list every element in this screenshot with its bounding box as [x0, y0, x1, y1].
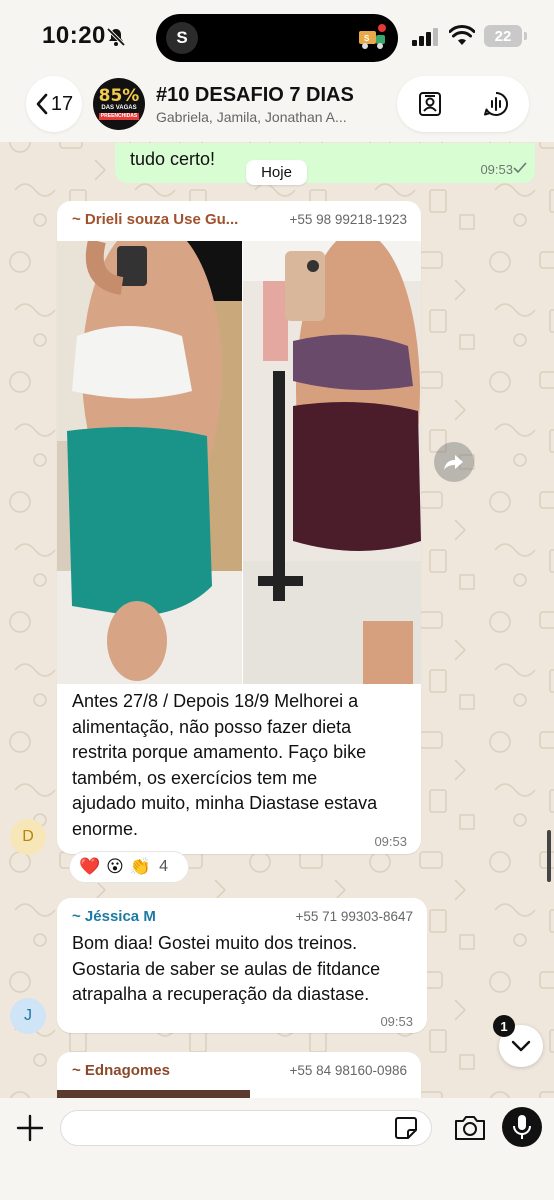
battery-indicator: 22	[484, 25, 527, 47]
header-actions	[397, 76, 529, 132]
audio-chat-icon	[484, 91, 508, 116]
island-avatar: S	[166, 22, 198, 54]
group-avatar[interactable]: 85% DAS VAGAS PREENCHIDAS	[93, 78, 145, 130]
message-header: ~ Jéssica M +55 71 99303-8647	[72, 908, 413, 930]
message-header: ~ Ednagomes +55 84 98160-0986	[72, 1062, 407, 1084]
message-text: Antes 27/8 / Depois 18/9 Melhorei a alim…	[72, 689, 377, 842]
svg-text:S: S	[364, 34, 370, 43]
microphone-button[interactable]	[502, 1107, 542, 1147]
group-avatar-tag: PREENCHIDAS	[98, 113, 140, 120]
camera-icon[interactable]	[453, 1112, 487, 1144]
reaction-count: 4	[159, 858, 168, 875]
dynamic-island[interactable]: S S	[156, 14, 398, 62]
signal-icon	[412, 28, 438, 46]
outgoing-time: 09:53	[480, 162, 513, 177]
contact-card-button[interactable]	[397, 76, 463, 132]
message-time: 09:53	[380, 1014, 413, 1029]
message-line: restrita porque amamento. Faço bike	[72, 742, 367, 762]
group-avatar-percent: 85%	[98, 86, 140, 106]
chevron-left-icon	[36, 93, 48, 115]
message-line: atrapalha a recuperação da diastase.	[72, 984, 370, 1004]
heart-reaction: ❤️	[79, 857, 101, 876]
message-line: Gostaria de saber se aulas de fitdance	[72, 958, 381, 979]
photo-before[interactable]	[57, 241, 242, 684]
chevron-down-icon	[511, 1040, 531, 1052]
group-title[interactable]: #10 DESAFIO 7 DIAS	[156, 84, 354, 107]
scrollbar[interactable]	[547, 830, 551, 882]
message-line: Bom diaa! Gostei muito dos treinos.	[72, 933, 358, 953]
surprised-reaction: 😮	[106, 857, 124, 876]
message-line: ajudado muito, minha Diastase estava	[72, 793, 378, 813]
message-bubble-drieli[interactable]: ~ Drieli souza Use Gu... +55 98 99218-19…	[57, 201, 421, 854]
status-bar: 10:20 S S 22	[0, 0, 554, 70]
microphone-icon	[513, 1115, 531, 1139]
message-line: Antes 27/8 / Depois 18/9 Melhorei a	[72, 691, 359, 711]
date-separator: Hoje	[246, 160, 307, 185]
outgoing-message[interactable]: tudo certo! 09:53	[115, 143, 535, 183]
sender-phone[interactable]: +55 98 99218-1923	[290, 212, 408, 227]
avatar[interactable]: D	[10, 819, 46, 855]
avatar[interactable]: J	[10, 998, 46, 1034]
sender-name[interactable]: ~ Drieli souza Use Gu...	[72, 211, 238, 228]
contact-card-icon	[419, 92, 441, 116]
photo-preview[interactable]	[57, 1090, 250, 1098]
sender-phone[interactable]: +55 84 98160-0986	[290, 1063, 408, 1078]
sender-phone[interactable]: +55 71 99303-8647	[296, 909, 414, 924]
clap-reaction: 👏	[129, 857, 152, 876]
sent-check-icon	[513, 162, 527, 174]
message-bubble-jessica[interactable]: ~ Jéssica M +55 71 99303-8647 Bom diaa! …	[57, 898, 427, 1033]
message-line: também, os exercícios tem me	[72, 767, 318, 788]
back-button[interactable]: 17	[26, 76, 82, 132]
delivery-truck-icon: S	[359, 24, 386, 49]
message-text: Bom diaa! Gostei muito dos treinos. Gost…	[72, 931, 380, 1008]
composer-bar	[0, 1098, 554, 1200]
unread-badge: 1	[493, 1015, 515, 1037]
message-header: ~ Drieli souza Use Gu... +55 98 99218-19…	[72, 211, 407, 233]
sender-name[interactable]: ~ Ednagomes	[72, 1062, 170, 1079]
unread-chats-count: 17	[50, 92, 74, 115]
bell-slash-icon	[106, 27, 126, 47]
sticker-icon[interactable]	[392, 1114, 420, 1142]
wifi-icon	[449, 25, 475, 45]
group-members[interactable]: Gabriela, Jamila, Jonathan A...	[156, 109, 381, 125]
message-line: enorme.	[72, 818, 139, 839]
plus-icon[interactable]	[14, 1112, 46, 1144]
outgoing-text: tudo certo!	[130, 149, 216, 169]
forward-icon	[444, 455, 463, 470]
sender-name[interactable]: ~ Jéssica M	[72, 908, 156, 925]
message-time: 09:53	[374, 834, 407, 849]
chat-header: 17 85% DAS VAGAS PREENCHIDAS #10 DESAFIO…	[0, 70, 554, 142]
message-line: alimentação, não posso fazer dieta	[72, 716, 352, 737]
forward-button[interactable]	[434, 442, 474, 482]
voice-chat-button[interactable]	[463, 76, 529, 132]
message-input[interactable]	[60, 1110, 432, 1146]
status-time: 10:20	[42, 22, 106, 49]
message-reactions[interactable]: ❤️ 😮 👏 4	[69, 851, 189, 883]
photo-after[interactable]	[243, 241, 421, 684]
group-avatar-caption: DAS VAGAS	[101, 105, 137, 111]
